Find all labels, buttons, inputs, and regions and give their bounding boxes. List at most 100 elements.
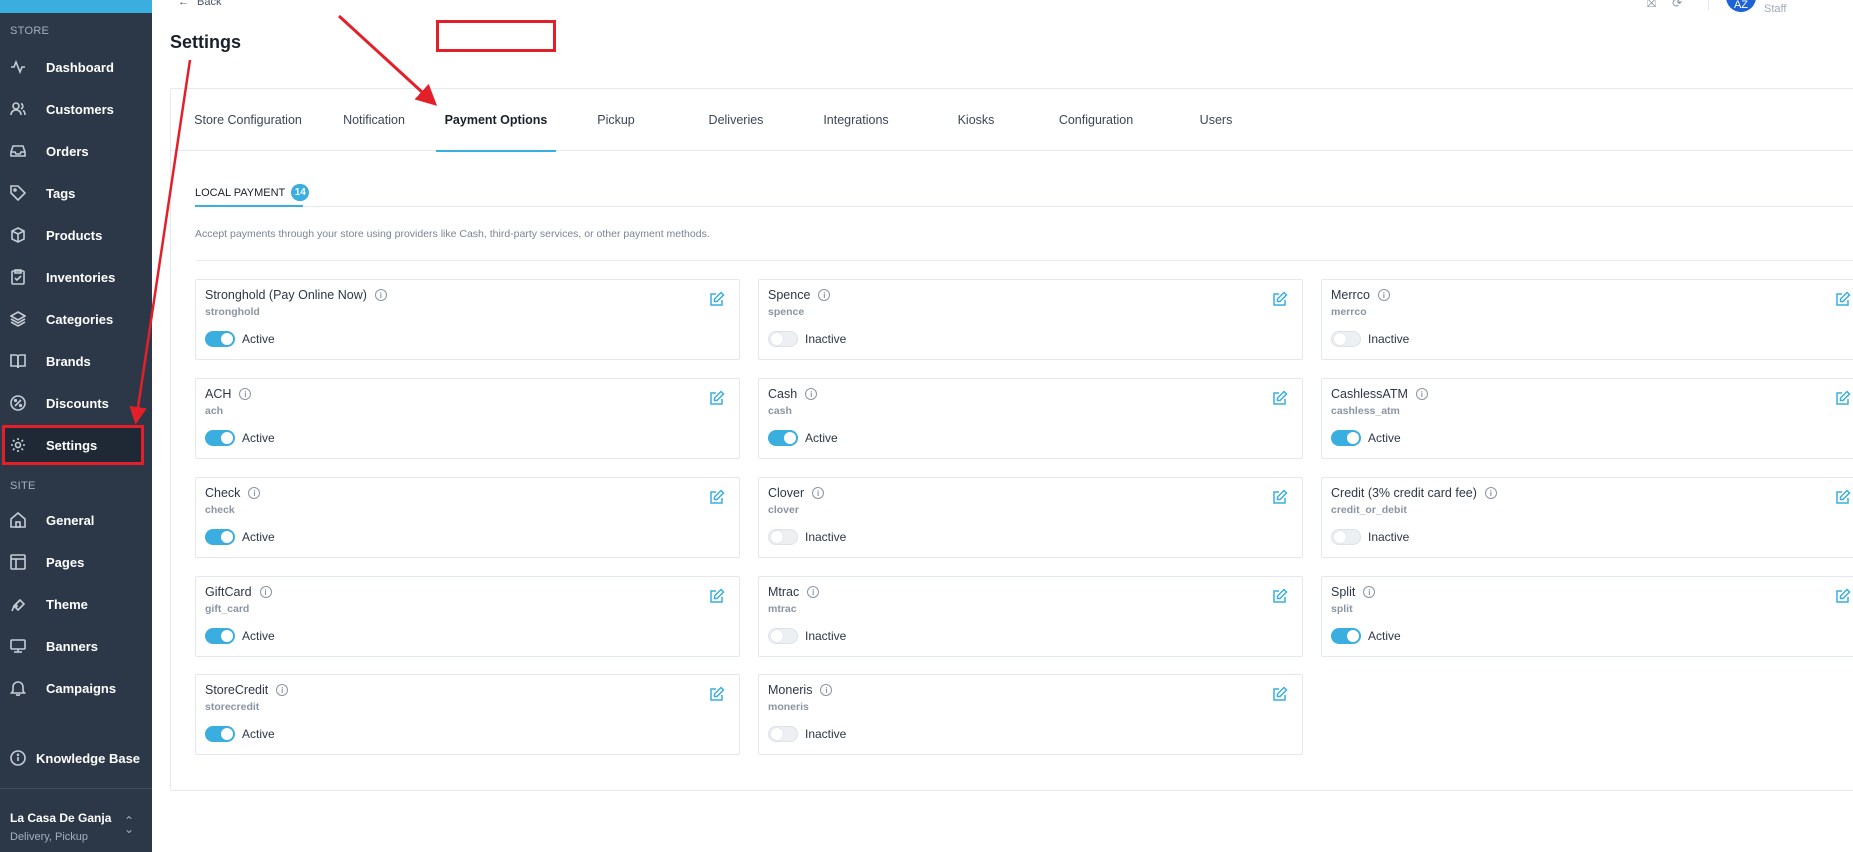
info-icon[interactable]: i (239, 388, 252, 400)
status-toggle[interactable] (205, 628, 235, 644)
status-toggle[interactable] (768, 430, 798, 446)
status-toggle-row: Active (768, 430, 838, 446)
edit-icon[interactable] (1835, 588, 1851, 604)
payment-card-storecredit: StoreCredit i storecredit Active (195, 674, 740, 755)
status-toggle[interactable] (1331, 331, 1361, 347)
info-icon[interactable]: i (1415, 388, 1428, 400)
status-toggle[interactable] (768, 331, 798, 347)
header-divider (1708, 0, 1709, 10)
edit-icon[interactable] (709, 489, 725, 505)
info-icon[interactable]: i (1363, 586, 1376, 598)
info-icon[interactable]: i (812, 487, 825, 499)
sidebar-item-theme[interactable]: Theme (0, 583, 152, 625)
edit-icon[interactable] (1272, 390, 1288, 406)
edit-icon[interactable] (709, 390, 725, 406)
edit-icon[interactable] (1835, 489, 1851, 505)
status-label: Inactive (1368, 530, 1410, 544)
divider (195, 206, 1853, 207)
refresh-icon[interactable]: ⟳ (1672, 0, 1682, 11)
payment-card-clover: Clover i clover Inactive (758, 477, 1303, 558)
sidebar-item-inventories[interactable]: Inventories (0, 256, 152, 298)
back-link[interactable]: ← Back (178, 0, 221, 8)
sidebar-item-brands[interactable]: Brands (0, 340, 152, 382)
edit-icon[interactable] (709, 291, 725, 307)
sidebar-item-knowledge-base[interactable]: Knowledge Base (0, 737, 152, 779)
status-toggle[interactable] (205, 726, 235, 742)
tab-local-payment[interactable]: LOCAL PAYMENT 14 (195, 179, 310, 206)
edit-icon[interactable] (1835, 291, 1851, 307)
tab-notification[interactable]: Notification (329, 89, 419, 151)
sidebar: STORE Dashboard Customers Orders Tags Pr… (0, 0, 152, 852)
tab-deliveries[interactable]: Deliveries (676, 89, 796, 151)
status-label: Active (242, 727, 275, 741)
gift-icon[interactable]: ⛝ (1647, 0, 1656, 11)
info-icon[interactable]: i (818, 289, 831, 301)
sidebar-item-customers[interactable]: Customers (0, 88, 152, 130)
status-toggle[interactable] (768, 726, 798, 742)
status-toggle-row: Inactive (768, 628, 846, 644)
sidebar-item-categories[interactable]: Categories (0, 298, 152, 340)
sidebar-item-pages[interactable]: Pages (0, 541, 152, 583)
sidebar-item-label: Pages (46, 554, 85, 570)
status-toggle-row: Active (205, 726, 275, 742)
count-badge: 14 (291, 184, 310, 201)
status-toggle-row: Active (205, 529, 275, 545)
info-icon[interactable]: i (820, 684, 833, 696)
info-icon[interactable]: i (805, 388, 818, 400)
sidebar-item-orders[interactable]: Orders (0, 130, 152, 172)
info-icon[interactable]: i (259, 586, 272, 598)
status-toggle[interactable] (1331, 628, 1361, 644)
edit-icon[interactable] (1272, 489, 1288, 505)
status-toggle[interactable] (205, 430, 235, 446)
status-toggle[interactable] (768, 628, 798, 644)
edit-icon[interactable] (1835, 390, 1851, 406)
edit-icon[interactable] (1272, 291, 1288, 307)
status-toggle[interactable] (768, 529, 798, 545)
info-icon[interactable]: i (248, 487, 261, 499)
edit-icon[interactable] (709, 588, 725, 604)
tab-configuration[interactable]: Configuration (1036, 89, 1156, 151)
avatar[interactable]: AZ (1726, 0, 1756, 12)
tab-store-configuration[interactable]: Store Configuration (183, 89, 313, 151)
info-icon[interactable]: i (1377, 289, 1390, 301)
payment-name: Check (205, 486, 241, 500)
tab-integrations[interactable]: Integrations (796, 89, 916, 151)
sidebar-item-discounts[interactable]: Discounts (0, 382, 152, 424)
header-actions: ⛝ ⟳ (1647, 0, 1682, 11)
status-toggle[interactable] (1331, 529, 1361, 545)
sidebar-item-label: Brands (46, 353, 91, 369)
sidebar-item-products[interactable]: Products (0, 214, 152, 256)
edit-icon[interactable] (1272, 588, 1288, 604)
sidebar-item-settings[interactable]: Settings (2, 425, 144, 465)
payment-name-row: Stronghold (Pay Online Now) i (205, 288, 387, 302)
edit-icon[interactable] (1272, 686, 1288, 702)
sidebar-item-tags[interactable]: Tags (0, 172, 152, 214)
chevron-up-down-icon[interactable]: ⌃ ⌄ (124, 815, 134, 835)
payment-card-stronghold: Stronghold (Pay Online Now) i stronghold… (195, 279, 740, 360)
sidebar-item-banners[interactable]: Banners (0, 625, 152, 667)
payment-slug: mtrac (768, 603, 797, 615)
tab-pickup[interactable]: Pickup (556, 89, 676, 151)
layers-icon (10, 311, 26, 327)
status-toggle[interactable] (205, 331, 235, 347)
status-toggle[interactable] (1331, 430, 1361, 446)
tag-icon (10, 185, 26, 201)
payment-name: Merrco (1331, 288, 1370, 302)
edit-icon[interactable] (709, 686, 725, 702)
tab-users[interactable]: Users (1156, 89, 1276, 151)
store-switcher[interactable]: La Casa De Ganja Delivery, Pickup ⌃ ⌄ (0, 788, 152, 852)
payment-name-row: Cash i (768, 387, 818, 401)
info-icon[interactable]: i (276, 684, 289, 696)
sidebar-item-campaigns[interactable]: Campaigns (0, 667, 152, 709)
tab-payment-options[interactable]: Payment Options (436, 89, 556, 152)
status-toggle[interactable] (205, 529, 235, 545)
info-icon[interactable]: i (807, 586, 820, 598)
info-icon[interactable]: i (374, 289, 387, 301)
sidebar-item-dashboard[interactable]: Dashboard (0, 46, 152, 88)
sidebar-item-general[interactable]: General (0, 499, 152, 541)
tab-kiosks[interactable]: Kiosks (916, 89, 1036, 151)
payment-name-row: ACH i (205, 387, 252, 401)
info-icon[interactable]: i (1484, 487, 1497, 499)
payment-name: StoreCredit (205, 683, 269, 697)
status-label: Active (1368, 629, 1401, 643)
